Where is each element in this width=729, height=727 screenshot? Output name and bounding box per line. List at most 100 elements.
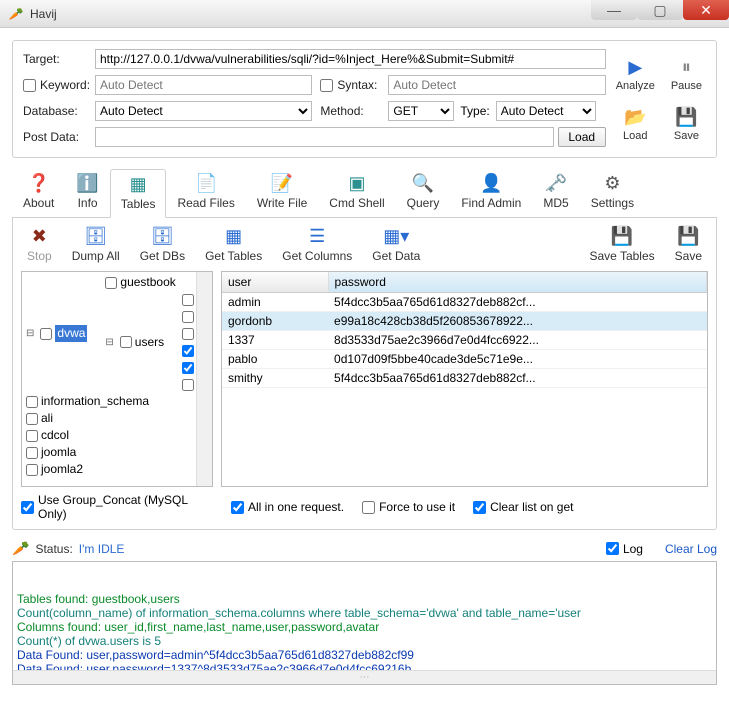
tree-checkbox[interactable]	[40, 328, 52, 340]
clear-list-checkbox[interactable]	[473, 501, 486, 514]
tree-checkbox[interactable]	[26, 464, 38, 476]
tab-write-file[interactable]: 📝Write File	[246, 168, 318, 217]
tree-checkbox[interactable]	[120, 336, 132, 348]
keyword-input[interactable]	[95, 75, 312, 95]
log-checkbox[interactable]	[606, 542, 619, 555]
tree-checkbox[interactable]	[182, 345, 194, 357]
data-grid[interactable]: userpasswordadmin5f4dcc3b5aa765d61d8327d…	[221, 271, 708, 487]
get-dbs-button[interactable]: 🗄Get DBs	[140, 226, 185, 263]
syntax-label: Syntax:	[337, 78, 377, 92]
tree-checkbox[interactable]	[26, 396, 38, 408]
syntax-checkbox[interactable]	[320, 79, 333, 92]
postdata-input[interactable]	[95, 127, 554, 147]
keyword-label: Keyword:	[40, 78, 90, 92]
type-select[interactable]: Auto Detect	[496, 101, 596, 121]
tree-scrollbar[interactable]	[196, 272, 212, 486]
tree-checkbox[interactable]	[182, 328, 194, 340]
dump-all-icon: 🗄	[84, 226, 107, 247]
app-icon: 🥕	[8, 6, 24, 22]
target-panel: Target: Keyword: Syntax: Database: Auto …	[12, 40, 717, 158]
table-row[interactable]: 13378d3533d75ae2c3966d7e0d4fcc6922...	[222, 331, 707, 350]
md5-icon: 🗝️	[545, 173, 567, 194]
dump-all-button[interactable]: 🗄Dump All	[72, 226, 120, 263]
tab-settings[interactable]: ⚙Settings	[580, 168, 645, 217]
analyze-button[interactable]: ▶Analyze	[616, 57, 655, 92]
save-tables-button[interactable]: 💾Save Tables	[589, 226, 654, 263]
tab-query[interactable]: 🔍Query	[396, 168, 451, 217]
tab-about[interactable]: ❓About	[12, 168, 65, 217]
log-output[interactable]: Tables found: guestbook,usersCount(colum…	[12, 561, 717, 685]
query-icon: 🔍	[412, 173, 434, 194]
tree-checkbox[interactable]	[182, 379, 194, 391]
save-tables-icon: 💾	[611, 226, 633, 247]
cmd-shell-icon: ▣	[348, 173, 365, 194]
tree-checkbox[interactable]	[182, 294, 194, 306]
tab-md5[interactable]: 🗝️MD5	[532, 168, 579, 217]
tree-checkbox[interactable]	[182, 311, 194, 323]
log-line: Data Found: user,password=admin^5f4dcc3b…	[17, 648, 712, 662]
tree-node[interactable]: joomla2	[26, 461, 83, 478]
table-row[interactable]: pablo0d107d09f5bbe40cade3de5c71e9e...	[222, 350, 707, 369]
window-buttons: — ▢ ✕	[591, 0, 729, 27]
title-bar: 🥕 Havij — ▢ ✕	[0, 0, 729, 28]
get-dbs-icon: 🗄	[151, 226, 174, 247]
tree-checkbox[interactable]	[105, 277, 117, 289]
stop-button: ✖Stop	[27, 226, 52, 263]
tree-node[interactable]: dvwa	[26, 325, 87, 342]
target-input[interactable]	[95, 49, 606, 69]
tree-checkbox[interactable]	[26, 430, 38, 442]
pause-button[interactable]: ⏸Pause	[667, 57, 706, 92]
tables-icon: ▦	[130, 174, 147, 195]
minimize-button[interactable]: —	[591, 0, 637, 20]
write-file-icon: 📝	[271, 173, 293, 194]
postdata-load-button[interactable]: Load	[558, 127, 606, 147]
group-concat-checkbox[interactable]	[21, 501, 34, 514]
all-in-one-checkbox[interactable]	[231, 501, 244, 514]
table-row[interactable]: gordonbe99a18c428cb38d5f260853678922...	[222, 312, 707, 331]
tree-node[interactable]: joomla	[26, 444, 76, 461]
load-button[interactable]: 📂Load	[616, 107, 655, 142]
status-bar: 🥕 Status: I'm IDLE Log Clear Log	[12, 540, 717, 557]
tab-tables[interactable]: ▦Tables	[110, 169, 167, 218]
close-button[interactable]: ✕	[683, 0, 729, 20]
get-tables-icon: ▦	[225, 226, 242, 247]
get-data-button[interactable]: ▦▾Get Data	[372, 226, 420, 263]
main-tabs: ❓Aboutℹ️Info▦Tables📄Read Files📝Write Fil…	[12, 168, 717, 218]
maximize-button[interactable]: ▢	[637, 0, 683, 20]
table-row[interactable]: smithy5f4dcc3b5aa765d61d8327deb882cf...	[222, 369, 707, 388]
tree-checkbox[interactable]	[26, 413, 38, 425]
settings-icon: ⚙	[604, 173, 620, 194]
log-line: Count(*) of dvwa.users is 5	[17, 634, 712, 648]
get-columns-button[interactable]: ☰Get Columns	[282, 226, 352, 263]
get-columns-icon: ☰	[309, 226, 325, 247]
tab-info[interactable]: ℹ️Info	[65, 168, 109, 217]
force-checkbox[interactable]	[362, 501, 375, 514]
database-select[interactable]: Auto Detect	[95, 101, 312, 121]
tree-node[interactable]: guestbook	[105, 274, 175, 291]
save-button[interactable]: 💾Save	[675, 226, 702, 263]
tree-checkbox[interactable]	[26, 447, 38, 459]
log-h-scrollbar[interactable]: ⋯	[13, 670, 716, 684]
tree-node[interactable]: information_schema	[26, 393, 149, 410]
type-label: Type:	[460, 104, 489, 118]
syntax-input[interactable]	[388, 75, 605, 95]
tree-node[interactable]: ali	[26, 410, 53, 427]
tab-read-files[interactable]: 📄Read Files	[166, 168, 245, 217]
clear-log-link[interactable]: Clear Log	[665, 542, 717, 556]
db-tree[interactable]: dvwaguestbookusersuser_idfirst_namelast_…	[21, 271, 213, 487]
tree-node[interactable]: cdcol	[26, 427, 69, 444]
tab-find-admin[interactable]: 👤Find Admin	[450, 168, 532, 217]
save-button[interactable]: 💾Save	[667, 107, 706, 142]
get-tables-button[interactable]: ▦Get Tables	[205, 226, 262, 263]
tree-node[interactable]: users	[105, 334, 164, 351]
status-value: I'm IDLE	[79, 542, 125, 556]
table-row[interactable]: admin5f4dcc3b5aa765d61d8327deb882cf...	[222, 293, 707, 312]
about-icon: ❓	[27, 173, 49, 194]
keyword-checkbox[interactable]	[23, 79, 36, 92]
column-header[interactable]: user	[222, 272, 328, 293]
method-label: Method:	[320, 104, 380, 118]
method-select[interactable]: GET	[388, 101, 454, 121]
column-header[interactable]: password	[328, 272, 706, 293]
tab-cmd-shell[interactable]: ▣Cmd Shell	[318, 168, 395, 217]
tree-checkbox[interactable]	[182, 362, 194, 374]
